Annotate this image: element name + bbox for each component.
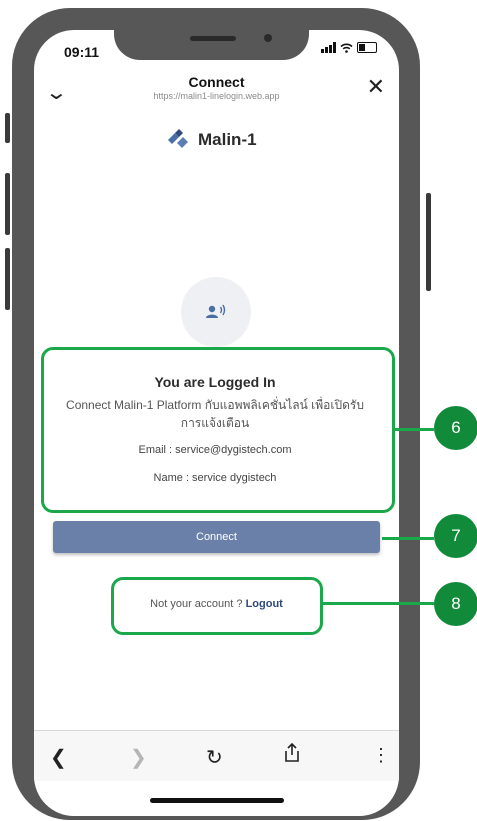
- side-button-volume-up: [5, 173, 10, 235]
- side-button-volume-down: [5, 248, 10, 310]
- malin-logo-icon: [168, 129, 188, 148]
- malin-logo: Malin-1: [166, 129, 257, 151]
- status-icons: [321, 42, 377, 53]
- side-button-mute: [5, 113, 10, 143]
- line-account-icon: [181, 277, 251, 347]
- camera: [264, 34, 272, 42]
- share-icon[interactable]: [284, 742, 300, 769]
- page-title: Connect: [188, 74, 245, 90]
- home-indicator: [150, 798, 284, 803]
- browser-toolbar: ❮ ❯ ↻ ⋮: [34, 730, 399, 781]
- annotation-badge-6: 6: [434, 406, 477, 450]
- page-url: https://malin1-linelogin.web.app: [153, 91, 280, 101]
- more-icon[interactable]: ⋮: [372, 745, 390, 766]
- reload-icon[interactable]: ↻: [206, 745, 223, 770]
- connector-line-8: [320, 602, 434, 605]
- logo-text: Malin-1: [198, 130, 257, 149]
- signal-icon: [321, 42, 336, 53]
- status-time: 09:11: [64, 44, 100, 60]
- annotation-badge-7: 7: [434, 514, 477, 558]
- connector-line-6: [392, 428, 434, 431]
- battery-icon: [357, 42, 377, 53]
- connector-line-7: [382, 537, 434, 540]
- connect-button[interactable]: Connect: [53, 521, 380, 553]
- side-button-power: [426, 193, 431, 291]
- notch: [114, 30, 309, 60]
- user-sound-icon: [206, 304, 226, 318]
- wifi-icon: [340, 43, 353, 53]
- back-icon[interactable]: ❮: [50, 745, 67, 770]
- forward-icon[interactable]: ❯: [130, 745, 147, 770]
- annotation-badge-8: 8: [434, 582, 477, 626]
- highlight-box-login-card: [41, 347, 395, 513]
- speaker: [190, 36, 236, 41]
- highlight-box-logout: [111, 577, 323, 635]
- close-icon[interactable]: ✕: [367, 74, 385, 100]
